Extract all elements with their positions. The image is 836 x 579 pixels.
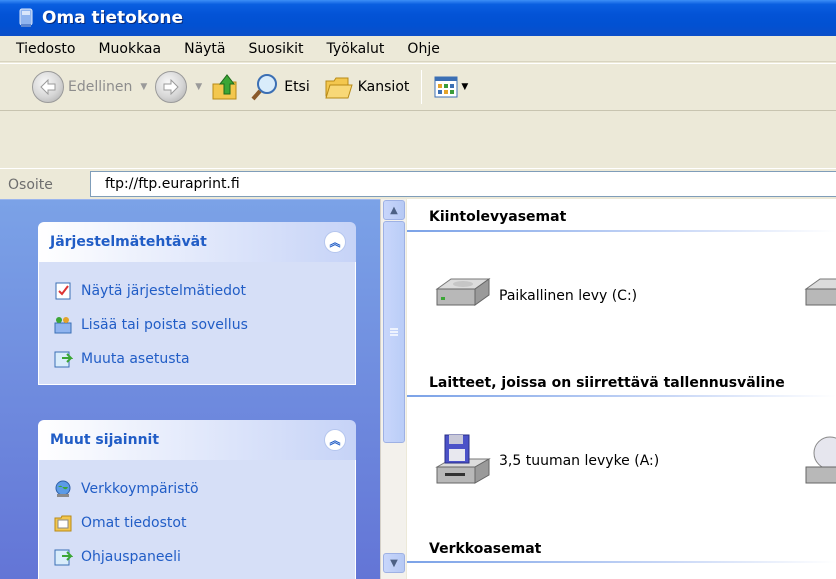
task-view-system-info[interactable]: Näytä järjestelmätiedot [53, 274, 355, 308]
group-header-removable: Laitteet, joissa on siirrettävä tallennu… [429, 375, 785, 391]
menu-nayta[interactable]: Näytä [174, 41, 238, 57]
network-places-icon [55, 480, 71, 497]
collapse-chevron-icon[interactable]: ︽ [324, 231, 346, 253]
toolbar-filler [0, 112, 836, 168]
address-input[interactable]: ftp://ftp.euraprint.fi [90, 171, 836, 197]
system-tasks-body: Näytä järjestelmätiedot Lisää tai poista… [38, 262, 356, 385]
views-dropdown-icon: ▼ [461, 82, 469, 92]
vertical-scrollbar[interactable]: ▲ ▼ [380, 199, 406, 579]
control-panel-icon [54, 351, 73, 368]
drive-c[interactable]: Paikallinen levy (C:) [431, 275, 637, 317]
forward-arrow-icon [155, 71, 188, 103]
cd-drive-icon [805, 436, 836, 484]
drive-cd-partial[interactable] [800, 431, 836, 491]
search-button[interactable]: Etsi [250, 67, 310, 107]
search-label: Etsi [284, 79, 310, 95]
views-icon [434, 76, 458, 98]
address-value: ftp://ftp.euraprint.fi [105, 176, 240, 192]
back-label: Edellinen [68, 79, 133, 95]
task-pane: Järjestelmätehtävät ︽ Näytä järjestelmät… [0, 199, 380, 579]
place-my-documents[interactable]: Omat tiedostot [53, 506, 355, 540]
group-header-hard-drives: Kiintolevyasemat [429, 209, 567, 225]
system-info-icon [55, 282, 71, 300]
folders-icon [325, 77, 353, 99]
menu-tiedosto[interactable]: Tiedosto [6, 41, 88, 57]
collapse-chevron-icon[interactable]: ︽ [324, 429, 346, 451]
menu-ohje[interactable]: Ohje [397, 41, 452, 57]
task-label: Näytä järjestelmätiedot [81, 283, 247, 299]
forward-button[interactable] [155, 67, 188, 107]
title-bar[interactable]: Oma tietokone [0, 0, 836, 36]
task-label: Omat tiedostot [81, 515, 187, 531]
task-label: Lisää tai poista sovellus [81, 317, 248, 333]
system-tasks-title: Järjestelmätehtävät [50, 234, 207, 250]
system-tasks-header[interactable]: Järjestelmätehtävät ︽ [38, 222, 356, 262]
floppy-drive-icon [435, 434, 491, 484]
folders-label: Kansiot [357, 79, 410, 95]
search-icon [251, 74, 278, 101]
other-places-body: Verkkoympäristö Omat tiedostot Ohjauspan… [38, 460, 356, 579]
forward-dropdown-icon[interactable]: ▼ [195, 82, 202, 92]
back-button[interactable]: Edellinen [32, 67, 132, 107]
item-label: Paikallinen levy (C:) [499, 288, 638, 304]
control-panel-icon [54, 549, 73, 566]
task-add-remove-programs[interactable]: Lisää tai poista sovellus [53, 308, 355, 342]
my-documents-icon [54, 515, 72, 532]
other-places-title: Muut sijainnit [50, 432, 160, 448]
menu-suosikit[interactable]: Suosikit [239, 41, 317, 57]
views-button[interactable]: ▼ [434, 67, 468, 107]
place-network[interactable]: Verkkoympäristö [53, 472, 355, 506]
up-folder-button[interactable] [210, 67, 240, 107]
drive-partial[interactable] [800, 275, 836, 317]
address-bar: Osoite ftp://ftp.euraprint.fi [0, 168, 836, 200]
group-divider [407, 230, 836, 232]
back-dropdown-icon[interactable]: ▼ [140, 82, 147, 92]
toolbar-separator [421, 70, 423, 104]
grip-icon [390, 328, 398, 336]
window-title: Oma tietokone [42, 8, 184, 28]
menu-tyokalut[interactable]: Työkalut [317, 41, 398, 57]
group-divider [407, 395, 836, 397]
task-label: Verkkoympäristö [81, 481, 199, 497]
other-places-header[interactable]: Muut sijainnit ︽ [38, 420, 356, 460]
up-folder-icon [212, 74, 237, 100]
menu-muokkaa[interactable]: Muokkaa [88, 41, 174, 57]
my-computer-icon [19, 8, 33, 27]
group-header-network-drives: Verkkoasemat [429, 541, 542, 557]
drive-a[interactable]: 3,5 tuuman levyke (A:) [431, 431, 659, 491]
address-label: Osoite [8, 176, 53, 193]
task-label: Ohjauspaneeli [81, 549, 181, 565]
folders-button[interactable]: Kansiot [324, 67, 410, 107]
back-arrow-icon [32, 71, 64, 103]
task-change-setting[interactable]: Muuta asetusta [53, 342, 355, 376]
place-control-panel[interactable]: Ohjauspaneeli [53, 540, 355, 574]
file-view: Kiintolevyasemat Paikallinen levy (C:) L… [407, 199, 836, 579]
other-places-panel: Muut sijainnit ︽ Verkkoympäristö Omat ti… [38, 420, 356, 579]
system-tasks-panel: Järjestelmätehtävät ︽ Näytä järjestelmät… [38, 222, 356, 385]
scroll-down-button[interactable]: ▼ [383, 553, 405, 573]
group-divider [407, 561, 836, 563]
scroll-up-button[interactable]: ▲ [383, 200, 405, 220]
item-label: 3,5 tuuman levyke (A:) [499, 453, 660, 469]
toolbar: Edellinen ▼ ▼ Etsi Kansiot ▼ [0, 63, 836, 111]
menu-bar: Tiedosto Muokkaa Näytä Suosikit Työkalut… [0, 36, 836, 62]
task-label: Muuta asetusta [81, 351, 190, 367]
hard-drive-icon [804, 278, 836, 306]
hard-drive-icon [435, 278, 491, 306]
scroll-thumb[interactable] [383, 221, 405, 443]
add-remove-programs-icon [54, 317, 72, 334]
